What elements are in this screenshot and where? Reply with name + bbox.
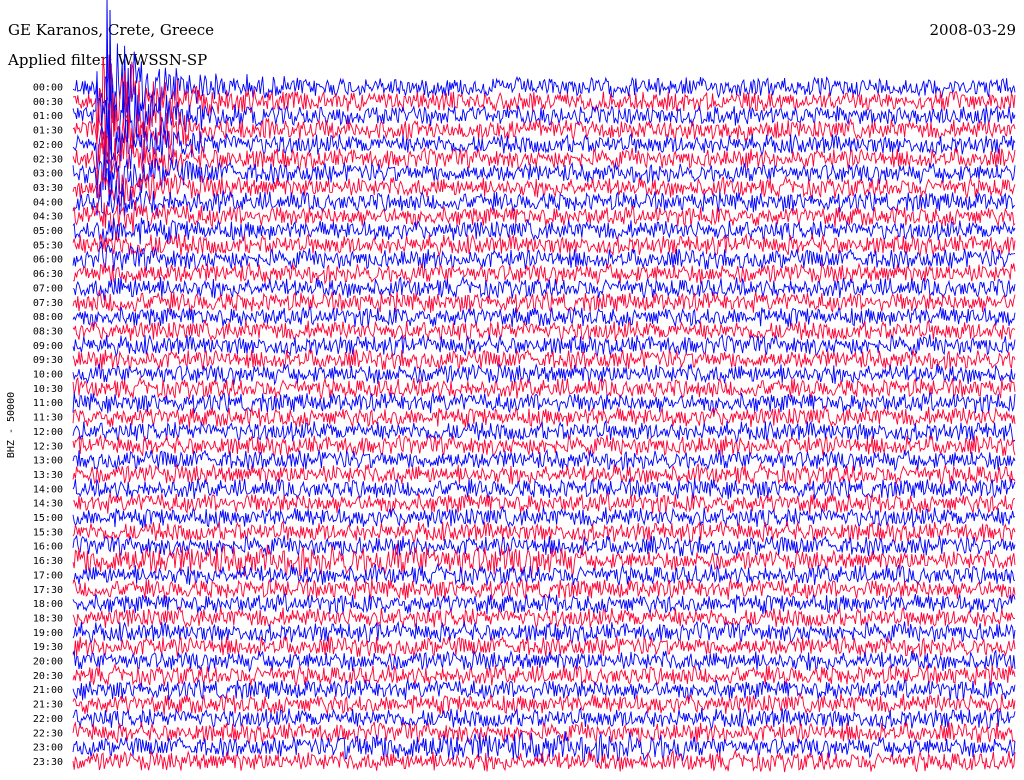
- time-label: 03:00: [33, 169, 63, 180]
- trace-row-1330: [72, 461, 1016, 486]
- time-label: 21:30: [33, 700, 63, 711]
- channel-label: BHZ - 50000: [6, 392, 17, 458]
- time-label: 14:00: [33, 484, 63, 495]
- trace-row-2200: [72, 706, 1016, 732]
- time-label: 20:30: [33, 671, 63, 682]
- time-label: 02:30: [33, 154, 63, 165]
- time-label: 07:30: [33, 298, 63, 309]
- trace-row-2130: [72, 692, 1016, 715]
- trace-row-2000: [72, 649, 1016, 673]
- trace-row-1130: [72, 405, 1016, 428]
- time-label: 23:30: [33, 757, 63, 768]
- time-label: 03:30: [33, 183, 63, 194]
- time-label: 19:30: [33, 642, 63, 653]
- time-label: 18:00: [33, 599, 63, 610]
- trace-row-1800: [72, 593, 1016, 615]
- time-label: 02:00: [33, 140, 63, 151]
- trace-row-1830: [72, 605, 1016, 629]
- time-label: 18:30: [33, 613, 63, 624]
- trace-row-0000: [72, 43, 1016, 123]
- time-label: 08:00: [33, 312, 63, 323]
- time-label: 10:30: [33, 384, 63, 395]
- trace-row-1530: [72, 520, 1016, 545]
- time-label: 22:00: [33, 714, 63, 725]
- time-label: 17:00: [33, 570, 63, 581]
- trace-row-0630: [72, 262, 1016, 286]
- trace-row-2100: [72, 679, 1016, 701]
- time-label: 00:30: [33, 97, 63, 108]
- time-label: 06:00: [33, 255, 63, 266]
- time-label: 01:30: [33, 126, 63, 137]
- time-label: 11:00: [33, 398, 63, 409]
- time-label: 05:00: [33, 226, 63, 237]
- time-label: 11:30: [33, 413, 63, 424]
- time-label: 17:30: [33, 585, 63, 596]
- time-label: 19:00: [33, 628, 63, 639]
- time-label: 06:30: [33, 269, 63, 280]
- time-label: 12:00: [33, 427, 63, 438]
- time-label: 13:30: [33, 470, 63, 481]
- time-label: 10:00: [33, 370, 63, 381]
- time-label: 05:30: [33, 240, 63, 251]
- time-label: 07:00: [33, 283, 63, 294]
- time-label: 04:00: [33, 197, 63, 208]
- trace-row-0100: [72, 71, 1016, 149]
- trace-group: [72, 0, 1016, 773]
- trace-row-0800: [72, 306, 1016, 328]
- time-label: 21:00: [33, 685, 63, 696]
- trace-row-1500: [72, 505, 1016, 529]
- time-label: 08:30: [33, 326, 63, 337]
- time-label: 16:30: [33, 556, 63, 567]
- time-label: 01:00: [33, 111, 63, 122]
- time-label: 15:30: [33, 527, 63, 538]
- time-axis-labels: 00:00 00:30 01:00 01:30 02:00 02:30 03:00 03:30…: [33, 83, 63, 768]
- time-label: 00:00: [33, 83, 63, 94]
- time-label: 12:30: [33, 441, 63, 452]
- trace-row-2330: [72, 748, 1016, 773]
- time-label: 09:30: [33, 355, 63, 366]
- time-label: 13:00: [33, 456, 63, 467]
- time-label: 22:30: [33, 728, 63, 739]
- time-label: 14:30: [33, 499, 63, 510]
- time-label: 20:00: [33, 657, 63, 668]
- trace-row-0930: [72, 348, 1016, 371]
- trace-row-1930: [72, 635, 1016, 658]
- trace-row-0130: [72, 92, 1016, 171]
- time-label: 23:00: [33, 743, 63, 754]
- helicorder-page: { "header": { "station": "GE Karanos, Cr…: [0, 0, 1024, 780]
- time-label: 16:00: [33, 542, 63, 553]
- time-label: 09:00: [33, 341, 63, 352]
- trace-row-0530: [72, 231, 1016, 258]
- helicorder-plot: 00:00 00:30 01:00 01:30 02:00 02:30 03:00 03:30…: [6, 0, 1016, 773]
- time-label: 04:30: [33, 212, 63, 223]
- time-label: 15:00: [33, 513, 63, 524]
- trace-row-0030: [72, 54, 1016, 156]
- trace-row-1200: [72, 419, 1016, 445]
